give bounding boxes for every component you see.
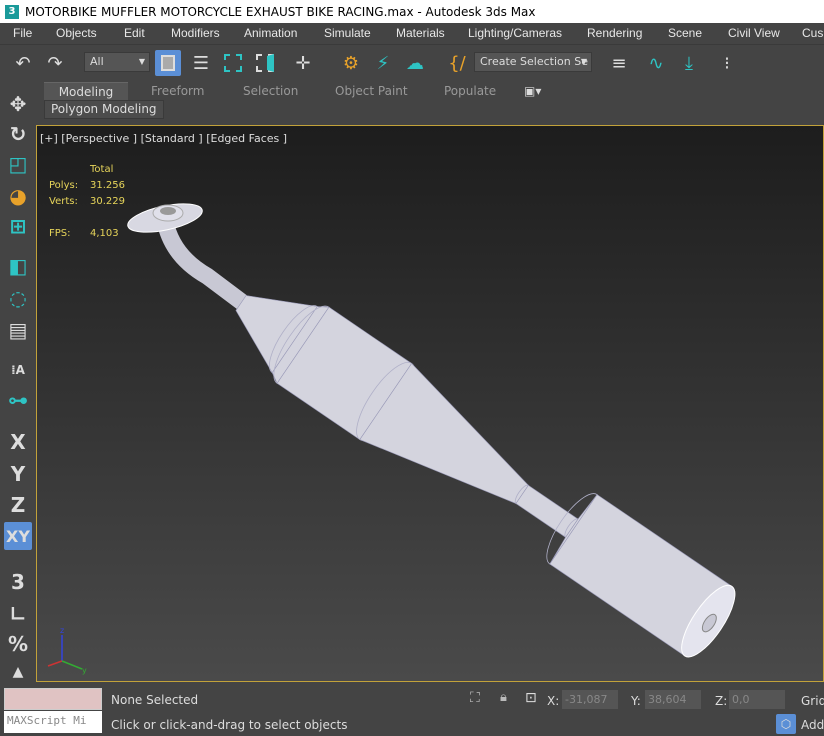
main-toolbar: ↶ ↷ All ▼ ☰ ✛ ⚙ ⚡ ☁ {/ Create Selection S… bbox=[0, 44, 824, 80]
render-setup-icon[interactable]: ⚙ bbox=[338, 50, 364, 76]
absolute-mode-icon[interactable]: ⊡ bbox=[525, 690, 537, 706]
selection-filter-value: All bbox=[90, 55, 104, 68]
ribbon: Modeling Freeform Selection Object Paint… bbox=[36, 80, 824, 122]
measure-icon[interactable]: ⊶ bbox=[4, 386, 32, 414]
menu-lighting-cameras[interactable]: Lighting/Cameras bbox=[468, 26, 562, 40]
scale-icon[interactable]: ◰ bbox=[4, 150, 32, 178]
grid-label: Grid bbox=[801, 694, 824, 708]
snap-toggle-button[interactable]: 3 bbox=[4, 568, 32, 596]
menu-scene[interactable]: Scene bbox=[668, 26, 702, 40]
command-toolbar-left: ✥ ↻ ◰ ◕ ⊞ ◧ ◌ ▤ ⁞A ⊶ X Y Z XY 3 ∟ % ▲ bbox=[0, 80, 36, 682]
save-icon[interactable]: ⤓ bbox=[676, 50, 702, 76]
flange-hole bbox=[160, 207, 176, 215]
tab-object-paint[interactable]: Object Paint bbox=[335, 82, 408, 100]
isolate-selection-icon[interactable]: ⛶ bbox=[470, 690, 480, 706]
menu-file[interactable]: File bbox=[13, 26, 32, 40]
tab-selection[interactable]: Selection bbox=[243, 82, 298, 100]
layer-explorer-icon[interactable]: ≡ bbox=[606, 50, 632, 76]
selection-status: None Selected bbox=[111, 693, 199, 707]
polygon-modeling-panel[interactable]: Polygon Modeling bbox=[44, 100, 164, 119]
menu-edit[interactable]: Edit bbox=[124, 26, 145, 40]
constrain-y-button[interactable]: Y bbox=[4, 460, 32, 488]
select-by-name-icon[interactable]: ☰ bbox=[188, 50, 214, 76]
redo-icon[interactable]: ↷ bbox=[42, 50, 68, 76]
x-label: X: bbox=[547, 694, 560, 708]
add-time-tag-icon[interactable]: ⬡ bbox=[776, 714, 796, 734]
chevron-down-icon: ▼ bbox=[138, 57, 145, 66]
z-coordinate-field[interactable]: 0,0 bbox=[729, 690, 785, 709]
app-logo-icon: 3 bbox=[5, 4, 19, 19]
menu-objects[interactable]: Objects bbox=[56, 26, 97, 40]
add-time-tag-label: Add bbox=[801, 718, 824, 732]
spacing-tool-icon[interactable]: ⁞A bbox=[4, 356, 32, 384]
z-label: Z: bbox=[715, 694, 728, 708]
menu-animation[interactable]: Animation bbox=[244, 26, 297, 40]
constrain-xy-button[interactable]: XY bbox=[4, 522, 32, 550]
menu-bar: File Objects Edit Modifiers Animation Si… bbox=[0, 23, 824, 44]
menu-rendering[interactable]: Rendering bbox=[587, 26, 642, 40]
maxscript-listener-output[interactable] bbox=[4, 688, 102, 710]
muffler-model[interactable] bbox=[37, 126, 824, 682]
x-coordinate-field[interactable]: -31,087 bbox=[562, 690, 618, 709]
tab-modeling[interactable]: Modeling bbox=[44, 82, 128, 100]
constrain-z-button[interactable]: Z bbox=[4, 491, 32, 519]
select-object-icon[interactable] bbox=[155, 50, 181, 76]
bend-pipe bbox=[156, 212, 256, 315]
menu-modifiers[interactable]: Modifiers bbox=[171, 26, 220, 40]
window-title: MOTORBIKE MUFFLER MOTORCYCLE EXHAUST BIK… bbox=[25, 4, 536, 19]
menu-civil-view[interactable]: Civil View bbox=[728, 26, 780, 40]
named-selection-dropdown[interactable]: Create Selection Se ▼ bbox=[474, 52, 592, 72]
render-frame-icon[interactable]: ☁ bbox=[402, 50, 428, 76]
move-icon[interactable]: ✛ bbox=[290, 50, 316, 76]
mirror-icon[interactable]: ◧ bbox=[4, 252, 32, 280]
curve-editor-icon[interactable]: ∿ bbox=[643, 50, 669, 76]
y-label: Y: bbox=[631, 694, 641, 708]
status-bar: MAXScript Mi None Selected Click or clic… bbox=[0, 682, 824, 736]
chevron-down-icon: ▼ bbox=[580, 57, 587, 66]
window-crossing-icon[interactable] bbox=[252, 50, 278, 76]
mirror-align-icon[interactable]: ⊞ bbox=[4, 212, 32, 240]
schematic-view-icon[interactable]: ⁝ bbox=[714, 50, 740, 76]
y-coordinate-field[interactable]: 38,604 bbox=[645, 690, 701, 709]
selection-filter-dropdown[interactable]: All ▼ bbox=[84, 52, 150, 72]
array-icon[interactable]: ◌ bbox=[4, 284, 32, 312]
place-icon[interactable]: ◕ bbox=[4, 182, 32, 210]
axis-z-label: z bbox=[60, 626, 64, 635]
undo-icon[interactable]: ↶ bbox=[10, 50, 36, 76]
rotate-icon[interactable]: ↻ bbox=[4, 120, 32, 148]
axis-tripod-icon: z y bbox=[47, 626, 87, 675]
edit-named-selection-icon[interactable]: {/ bbox=[444, 50, 470, 76]
menu-materials[interactable]: Materials bbox=[396, 26, 445, 40]
move-icon[interactable]: ✥ bbox=[4, 90, 32, 118]
angle-snap-icon[interactable]: ∟ bbox=[4, 600, 32, 628]
render-production-icon[interactable]: ⚡ bbox=[370, 50, 396, 76]
maxscript-mini-listener[interactable]: MAXScript Mi bbox=[4, 711, 102, 733]
menu-customize[interactable]: Cus bbox=[802, 26, 823, 40]
lock-icon[interactable]: 🔒︎ bbox=[500, 690, 507, 705]
viewport-perspective[interactable]: [+] [Perspective ] [Standard ] [Edged Fa… bbox=[36, 125, 824, 682]
menu-simulate[interactable]: Simulate bbox=[324, 26, 371, 40]
percent-snap-button[interactable]: % bbox=[4, 630, 32, 658]
axis-y-label: y bbox=[82, 666, 87, 675]
prompt-line: Click or click-and-drag to select object… bbox=[111, 718, 348, 732]
constrain-x-button[interactable]: X bbox=[4, 428, 32, 456]
rectangular-selection-icon[interactable] bbox=[220, 50, 246, 76]
tab-freeform[interactable]: Freeform bbox=[151, 82, 204, 100]
align-icon[interactable]: ▤ bbox=[4, 316, 32, 344]
ribbon-options-icon[interactable]: ▣▾ bbox=[524, 82, 541, 100]
title-bar: 3 MOTORBIKE MUFFLER MOTORCYCLE EXHAUST B… bbox=[0, 0, 824, 23]
named-selection-value: Create Selection Se bbox=[480, 55, 588, 68]
tab-populate[interactable]: Populate bbox=[444, 82, 496, 100]
